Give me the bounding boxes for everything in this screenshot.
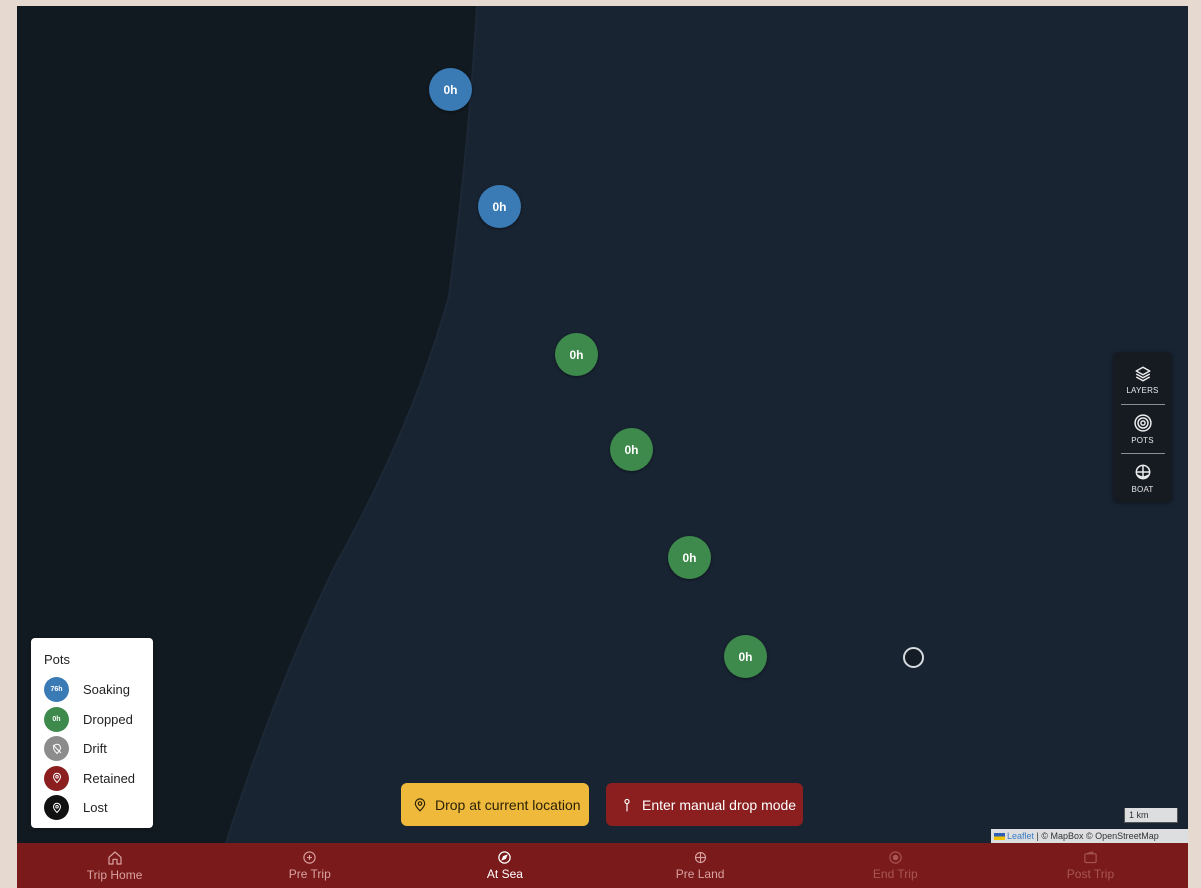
legend-label: Retained <box>83 770 136 786</box>
boat-icon <box>1135 464 1150 480</box>
map-land-layer <box>17 6 478 888</box>
pot-marker-dropped[interactable]: 0h <box>555 333 598 376</box>
nav-label: Pre Trip <box>288 867 331 881</box>
drift-icon <box>44 736 69 762</box>
app-window: 0h 0h 0h 0h 0h 0h LAYERS POTS BOAT Pots … <box>17 6 1188 888</box>
lost-icon <box>44 795 69 821</box>
dropped-badge: 0h <box>44 706 69 732</box>
pot-marker-dropped[interactable]: 0h <box>610 428 653 471</box>
pots-control-label: POTS <box>1131 436 1154 445</box>
leaflet-link[interactable]: Leaflet <box>1007 831 1034 841</box>
legend-label: Soaking <box>83 682 130 698</box>
map-control-panel: LAYERS POTS BOAT <box>1113 352 1172 502</box>
legend-label: Dropped <box>83 711 133 727</box>
map-scale: 1 km <box>1124 808 1178 823</box>
layers-icon <box>1135 366 1150 382</box>
map-attribution: Leaflet | © MapBox © OpenStreetMap <box>991 829 1188 843</box>
layers-control[interactable]: LAYERS <box>1113 356 1172 404</box>
pot-marker-dropped[interactable]: 0h <box>668 536 711 579</box>
pin-icon <box>624 798 630 811</box>
ship-wheel-icon <box>694 851 706 864</box>
soaking-badge: 76h <box>44 677 69 703</box>
nav-at-sea[interactable]: At Sea <box>407 843 602 888</box>
boat-control-label: BOAT <box>1131 485 1154 494</box>
drop-at-current-location-label: Drop at current location <box>435 796 581 813</box>
legend-item-lost: Lost <box>44 793 153 823</box>
nav-end-trip[interactable]: End Trip <box>798 843 993 888</box>
pot-marker-soaking[interactable]: 0h <box>429 68 472 111</box>
ukraine-flag-icon <box>994 833 1005 840</box>
legend-label: Lost <box>83 800 108 816</box>
drop-at-current-location-button[interactable]: Drop at current location <box>401 783 589 826</box>
retained-icon <box>44 765 69 791</box>
nav-pre-land[interactable]: Pre Land <box>603 843 798 888</box>
pots-legend: Pots 76h Soaking 0h Dropped Drift Retain… <box>31 638 153 828</box>
stop-circle-icon <box>889 851 902 864</box>
legend-item-drift: Drift <box>44 734 153 764</box>
pots-control[interactable]: POTS <box>1113 405 1172 453</box>
attribution-text: | © MapBox © OpenStreetMap <box>1036 831 1159 841</box>
wallet-icon <box>1084 851 1097 864</box>
nav-label: Trip Home <box>86 867 143 882</box>
legend-item-retained: Retained <box>44 764 153 794</box>
plus-circle-icon <box>303 851 316 864</box>
nav-trip-home[interactable]: Trip Home <box>17 843 212 888</box>
boat-location-marker[interactable] <box>903 647 924 668</box>
nav-post-trip[interactable]: Post Trip <box>993 843 1188 888</box>
nav-label: Post Trip <box>1066 867 1115 881</box>
boat-control[interactable]: BOAT <box>1113 454 1172 502</box>
bottom-nav: Trip Home Pre Trip At Sea Pre Land End T… <box>17 843 1188 888</box>
layers-control-label: LAYERS <box>1126 386 1159 395</box>
home-icon <box>107 850 122 865</box>
nav-label: At Sea <box>486 867 523 881</box>
map[interactable] <box>17 6 1188 888</box>
map-pin-icon <box>414 797 426 812</box>
legend-item-soaking: 76h Soaking <box>44 675 153 705</box>
manual-drop-mode-label: Enter manual drop mode <box>642 796 797 813</box>
nav-label: Pre Land <box>675 867 725 881</box>
legend-item-dropped: 0h Dropped <box>44 705 153 735</box>
compass-icon <box>498 851 512 864</box>
pots-icon <box>1133 414 1152 432</box>
manual-drop-mode-button[interactable]: Enter manual drop mode <box>606 783 803 826</box>
pot-marker-dropped[interactable]: 0h <box>724 635 767 678</box>
nav-label: End Trip <box>872 867 918 881</box>
legend-title: Pots <box>44 652 71 667</box>
nav-pre-trip[interactable]: Pre Trip <box>212 843 407 888</box>
pot-marker-soaking[interactable]: 0h <box>478 185 521 228</box>
legend-label: Drift <box>83 741 107 757</box>
